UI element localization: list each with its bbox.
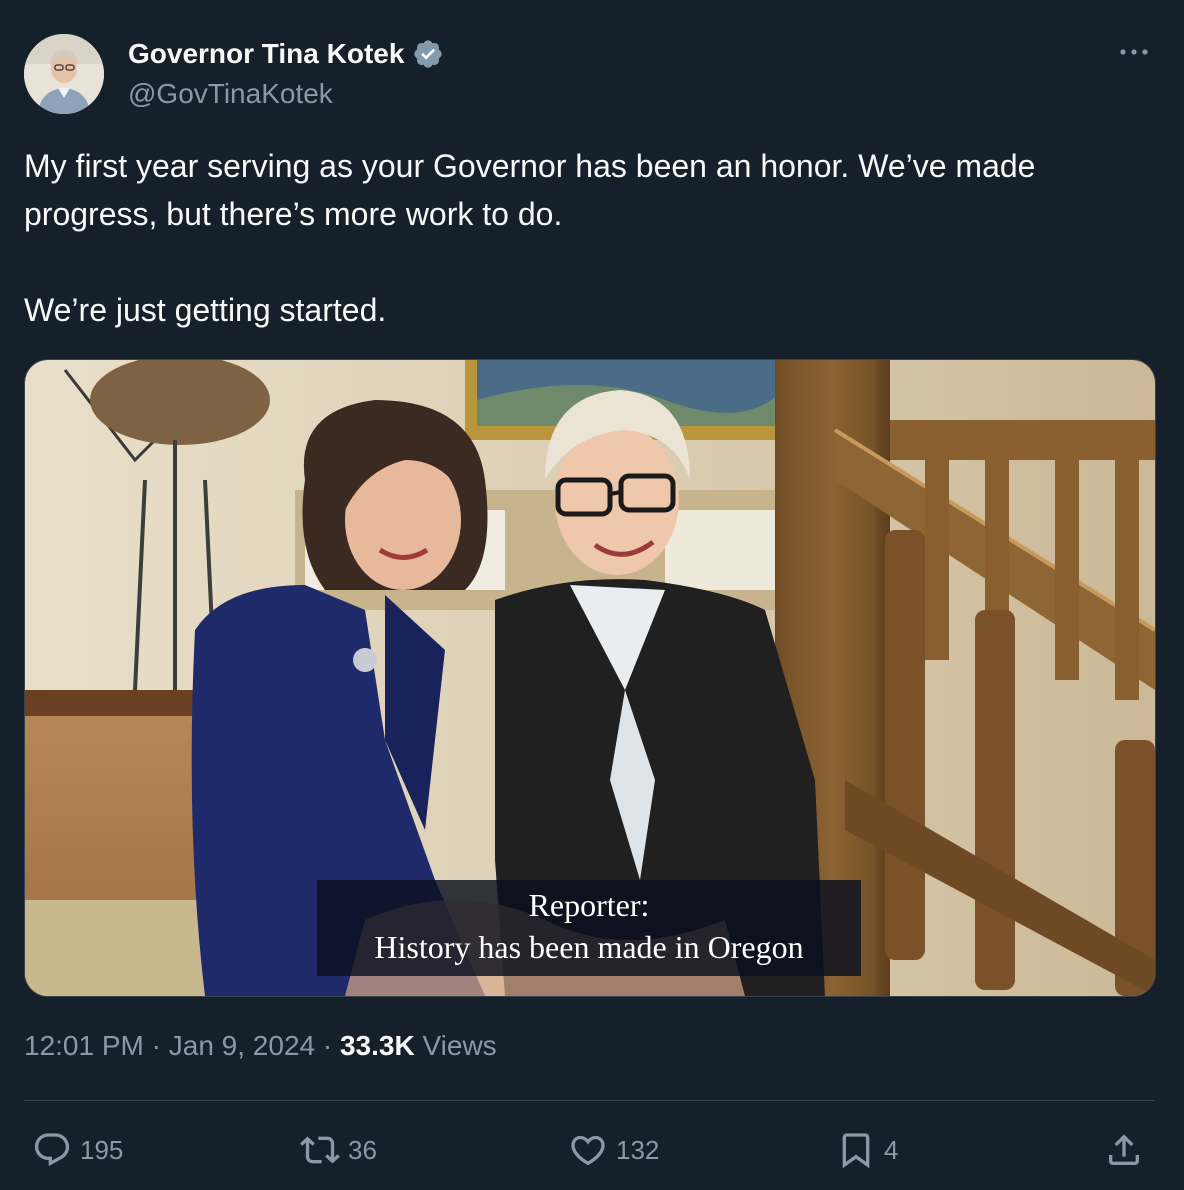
meta-separator: ·	[322, 1030, 333, 1061]
views-label: Views	[422, 1030, 497, 1061]
tweet-date[interactable]: Jan 9, 2024	[169, 1030, 315, 1061]
repost-count: 36	[348, 1134, 377, 1165]
verified-badge-icon[interactable]	[412, 38, 444, 70]
reply-button[interactable]: 195	[32, 1124, 123, 1176]
bookmark-icon	[842, 1133, 870, 1169]
video-caption-speaker: Reporter:	[528, 887, 650, 923]
author-name-row: Governor Tina Kotek	[128, 38, 444, 70]
tweet-time[interactable]: 12:01 PM	[24, 1030, 144, 1061]
like-button[interactable]: 132	[568, 1124, 659, 1176]
more-options-icon[interactable]	[1116, 40, 1152, 64]
tweet-text-line: My first year serving as your Governor h…	[24, 148, 1036, 184]
like-count: 132	[616, 1134, 660, 1165]
divider	[24, 1100, 1155, 1101]
video-player[interactable]: Reporter: History has been made in Orego…	[24, 359, 1156, 997]
tweet-header: Governor Tina Kotek @GovTinaKotek	[24, 34, 1160, 114]
video-caption: Reporter: History has been made in Orego…	[317, 880, 861, 976]
author-handle[interactable]: @GovTinaKotek	[128, 78, 333, 110]
share-icon	[1109, 1134, 1139, 1165]
views-count[interactable]: 33.3K	[340, 1030, 415, 1061]
repost-icon	[300, 1136, 340, 1164]
repost-button[interactable]: 36	[300, 1124, 377, 1176]
share-button[interactable]	[1104, 1124, 1144, 1176]
reply-icon	[34, 1133, 70, 1167]
tweet-meta: 12:01 PM · Jan 9, 2024 · 33.3K Views	[24, 1030, 497, 1062]
tweet-text-line: We’re just getting started.	[24, 292, 387, 328]
meta-separator: ·	[151, 1030, 161, 1061]
tweet-actions: 195 36 132 4	[24, 1124, 1160, 1176]
video-caption-text: History has been made in Oregon	[374, 929, 804, 965]
author-avatar[interactable]	[24, 34, 104, 114]
bookmark-count: 4	[884, 1134, 899, 1165]
reply-count: 195	[80, 1134, 124, 1165]
tweet-text: My first year serving as your Governor h…	[24, 142, 1144, 334]
author-name[interactable]: Governor Tina Kotek	[128, 38, 404, 70]
tweet-text-line: progress, but there’s more work to do.	[24, 196, 563, 232]
heart-icon	[571, 1135, 605, 1166]
bookmark-button[interactable]: 4	[836, 1124, 898, 1176]
